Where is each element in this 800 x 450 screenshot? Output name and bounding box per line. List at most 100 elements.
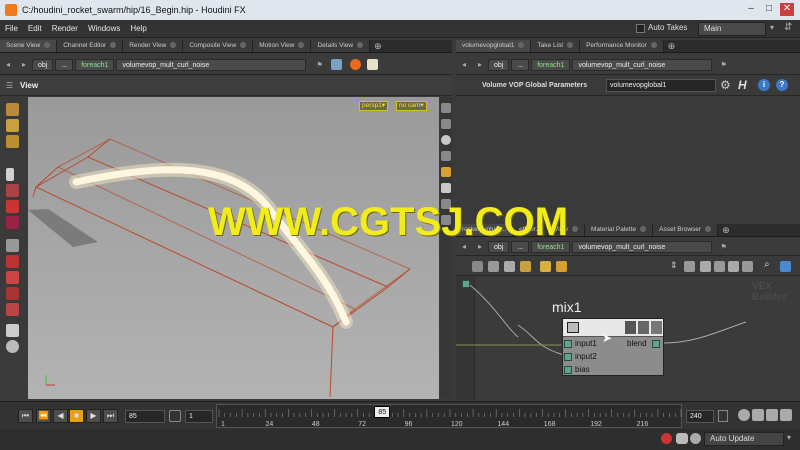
start-frame-field[interactable]: 1 (185, 410, 213, 423)
path-obj[interactable]: obj (32, 58, 54, 71)
grid-icon[interactable] (488, 261, 499, 272)
go-to-end-button[interactable]: ⏭ (103, 409, 118, 423)
scale-icon[interactable] (6, 216, 19, 229)
close-tab-icon[interactable] (705, 226, 712, 233)
table-icon[interactable] (742, 261, 753, 272)
close-tab-icon[interactable] (170, 42, 177, 49)
help-icon[interactable]: ? (776, 79, 788, 91)
forward-arrow-icon[interactable]: ▸ (475, 60, 485, 70)
snap-icon[interactable] (6, 271, 19, 284)
menu-render[interactable]: Render (47, 24, 83, 33)
path-vop[interactable]: volumevop_mult_curl_noise (572, 240, 713, 253)
back-arrow-icon[interactable]: ◂ (3, 60, 13, 70)
node-flag-icon[interactable] (638, 321, 649, 334)
align-icon[interactable] (684, 261, 695, 272)
home-icon[interactable] (780, 261, 791, 272)
close-tab-icon[interactable] (518, 42, 525, 49)
display-option-icon[interactable] (441, 151, 451, 161)
menu-more-icon[interactable]: ⇵ (784, 22, 792, 33)
camera-persp-menu[interactable]: persp1▾ (359, 101, 389, 111)
step-back-button[interactable]: ⏪ (36, 409, 51, 423)
lock-icon[interactable] (690, 433, 701, 444)
audio-icon[interactable] (738, 409, 750, 421)
display-option-icon[interactable] (441, 103, 451, 113)
options-icon[interactable] (780, 409, 792, 421)
keys-icon[interactable] (752, 409, 764, 421)
menu-file[interactable]: File (0, 24, 23, 33)
select-tool-icon[interactable] (6, 103, 19, 116)
path-foreach[interactable]: foreach1 (75, 58, 115, 71)
menu-edit[interactable]: Edit (23, 24, 47, 33)
flag-icon[interactable] (700, 261, 711, 272)
info-icon[interactable]: i (758, 79, 770, 91)
hda-icon[interactable]: H (738, 78, 747, 92)
scene-viewport[interactable]: persp1▾ no cam▾ (28, 97, 439, 399)
tab-scene-view[interactable]: Scene View (0, 40, 58, 52)
render-icon[interactable] (349, 59, 361, 70)
pose-tool-icon[interactable] (6, 135, 19, 148)
timeline-track[interactable]: 1 24 48 72 96 120 144 168 192 216 85 (216, 404, 682, 428)
close-tab-icon[interactable] (44, 42, 51, 49)
close-button[interactable]: ✕ (780, 3, 794, 16)
close-tab-icon[interactable] (567, 42, 574, 49)
display-option-icon[interactable] (441, 167, 451, 177)
close-tab-icon[interactable] (357, 42, 364, 49)
sticky-note-icon[interactable] (540, 261, 551, 272)
menu-windows[interactable]: Windows (83, 24, 125, 33)
path-vop[interactable]: volumevop_mult_curl_noise (116, 58, 307, 71)
magnet-icon[interactable] (6, 255, 19, 268)
stop-button[interactable]: ■ (69, 409, 84, 423)
node-flag-icon[interactable] (625, 321, 636, 334)
current-frame-field[interactable]: 85 (125, 410, 165, 423)
node-name-field[interactable]: volumevopglobal1 (606, 79, 716, 92)
tab-take-list[interactable]: Take List (531, 40, 581, 52)
path-obj[interactable]: obj (488, 58, 510, 71)
auto-takes-checkbox[interactable] (636, 24, 645, 33)
output-port[interactable] (652, 340, 660, 348)
list-icon[interactable] (472, 261, 483, 272)
tab-volumevopglobal[interactable]: volumevopglobal1 (456, 40, 532, 52)
message-icon[interactable] (676, 433, 688, 444)
network-editor[interactable]: VEX Builder mix1 input1 input2 bias blen… (456, 277, 800, 400)
close-tab-icon[interactable] (571, 226, 578, 233)
close-tab-icon[interactable] (240, 42, 247, 49)
grid-view-icon[interactable] (728, 261, 739, 272)
tab-material-palette[interactable]: Material Palette (584, 224, 654, 236)
close-tab-icon[interactable] (298, 42, 305, 49)
handle-icon[interactable] (6, 239, 19, 252)
forward-arrow-icon[interactable]: ▸ (19, 60, 29, 70)
node-flag-icon[interactable] (651, 321, 662, 334)
transform-tool-icon[interactable] (6, 119, 19, 132)
curve-snap-icon[interactable] (6, 303, 19, 316)
path-foreach[interactable]: foreach1 (531, 58, 571, 71)
tile-icon[interactable] (520, 261, 531, 272)
tab-composite-view[interactable]: Composite View (183, 40, 254, 52)
add-tab-icon[interactable]: ⊕ (722, 225, 730, 236)
menu-help[interactable]: Help (125, 24, 151, 33)
tree-icon[interactable] (504, 261, 515, 272)
display-option-icon[interactable] (441, 135, 451, 145)
rotate-icon[interactable] (6, 200, 19, 213)
play-button[interactable]: ▶ (86, 409, 101, 423)
path-ellipsis[interactable]: ... (511, 58, 530, 71)
frame-sync-icon[interactable] (169, 410, 181, 422)
layout-icon[interactable]: ⇕ (670, 260, 678, 271)
path-vop[interactable]: volumevop_mult_curl_noise (572, 58, 713, 71)
tab-motion-view[interactable]: Motion View (253, 40, 312, 52)
view-icon[interactable] (714, 261, 725, 272)
error-icon[interactable] (661, 433, 672, 444)
display-option-icon[interactable] (441, 183, 451, 193)
go-to-start-button[interactable]: ⏮ (18, 409, 33, 423)
close-tab-icon[interactable] (650, 42, 657, 49)
add-tab-icon[interactable]: ⊕ (668, 41, 676, 52)
tab-details-view[interactable]: Details View (311, 40, 371, 52)
sphere-icon[interactable] (6, 340, 19, 353)
cube-icon[interactable] (330, 59, 342, 70)
search-icon[interactable]: ⌕ (764, 259, 770, 270)
realtime-icon[interactable] (766, 409, 778, 421)
path-ellipsis[interactable]: ... (55, 58, 74, 71)
gear-icon[interactable]: ⚙ (720, 78, 731, 92)
grid-snap-icon[interactable] (6, 287, 19, 300)
add-tab-icon[interactable]: ⊕ (374, 41, 382, 52)
viewer-menu-icon[interactable]: ☰ (6, 81, 13, 90)
